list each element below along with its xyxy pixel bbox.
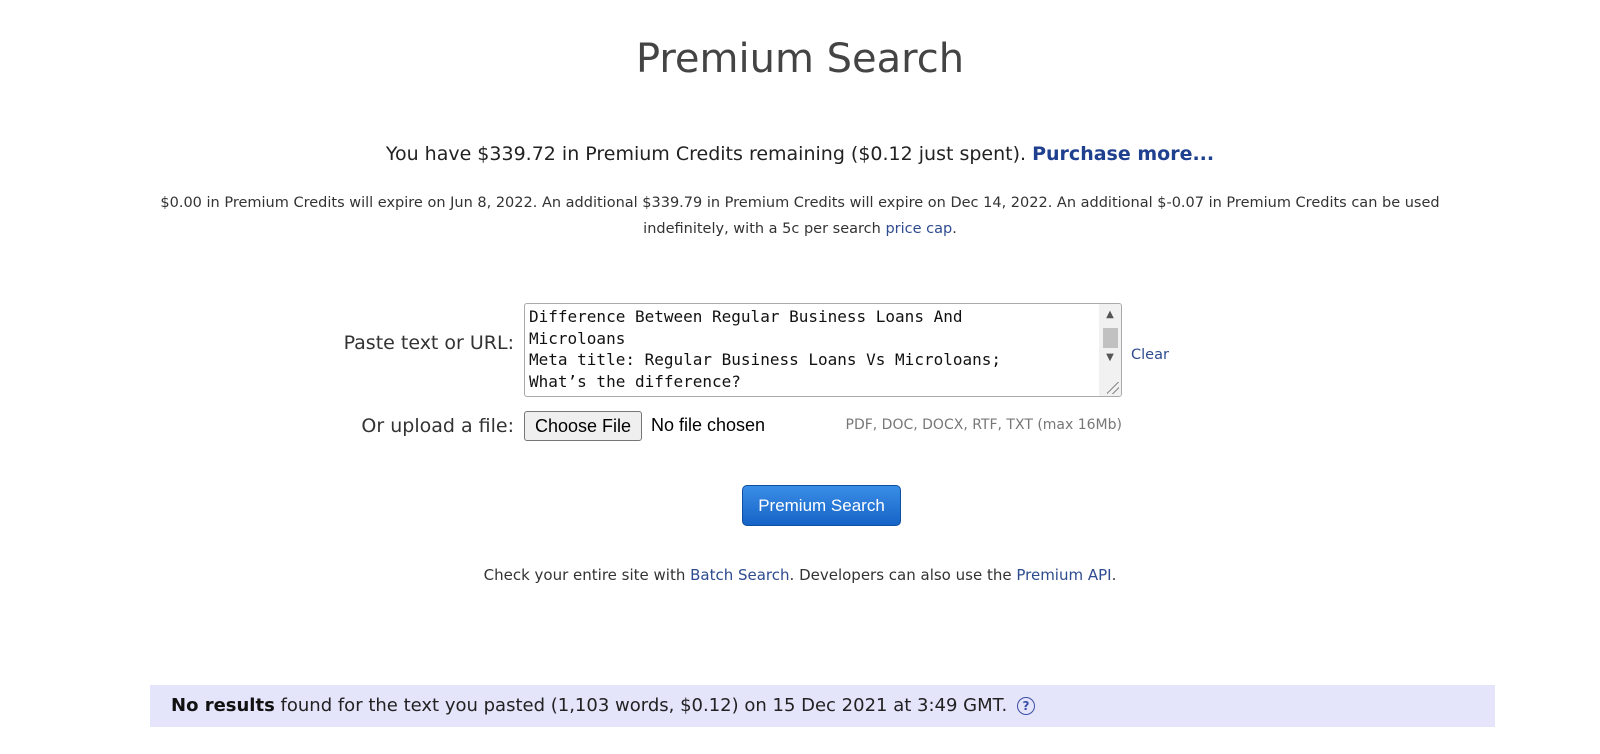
scroll-down-arrow-icon[interactable]: ▼ — [1099, 349, 1121, 367]
paste-text-value[interactable]: Difference Between Regular Business Loan… — [529, 306, 1095, 392]
batch-search-note: Check your entire site with Batch Search… — [0, 566, 1600, 584]
scroll-up-arrow-icon[interactable]: ▲ — [1099, 306, 1121, 324]
credits-expiry-note: $0.00 in Premium Credits will expire on … — [150, 190, 1450, 242]
results-status: No results — [171, 695, 275, 716]
choose-file-button[interactable]: Choose File — [524, 411, 643, 441]
paste-text-input[interactable]: Difference Between Regular Business Loan… — [524, 303, 1122, 397]
expiry-text: $0.00 in Premium Credits will expire on … — [160, 195, 1440, 237]
question-circle-icon[interactable]: ? — [1016, 697, 1035, 715]
purchase-more-link[interactable]: Purchase more... — [1032, 143, 1214, 165]
paste-text-label: Paste text or URL: — [343, 332, 514, 354]
credits-remaining-text: You have $339.72 in Premium Credits rema… — [385, 143, 1033, 165]
batch-middle: . Developers can also use the — [789, 566, 1017, 584]
batch-suffix: . — [1111, 566, 1117, 584]
page-title: Premium Search — [635, 36, 965, 82]
file-types-hint: PDF, DOC, DOCX, RTF, TXT (max 16Mb) — [845, 417, 1123, 433]
resize-grip-icon[interactable] — [1107, 382, 1119, 394]
results-banner: No results found for the text you pasted… — [150, 685, 1495, 727]
premium-api-link[interactable]: Premium API — [1016, 566, 1111, 584]
batch-search-link[interactable]: Batch Search — [690, 566, 789, 584]
scroll-thumb[interactable] — [1103, 328, 1118, 348]
file-status-text: No file chosen — [651, 415, 766, 435]
batch-prefix: Check your entire site with — [483, 566, 691, 584]
price-cap-link[interactable]: price cap — [885, 221, 952, 237]
clear-link[interactable]: Clear — [1131, 347, 1169, 363]
upload-file-label: Or upload a file: — [361, 415, 514, 437]
results-detail: found for the text you pasted (1,103 wor… — [274, 695, 1008, 716]
expiry-suffix: . — [952, 221, 957, 237]
credits-summary: You have $339.72 in Premium Credits rema… — [0, 143, 1600, 165]
premium-search-button[interactable]: Premium Search — [742, 485, 901, 526]
